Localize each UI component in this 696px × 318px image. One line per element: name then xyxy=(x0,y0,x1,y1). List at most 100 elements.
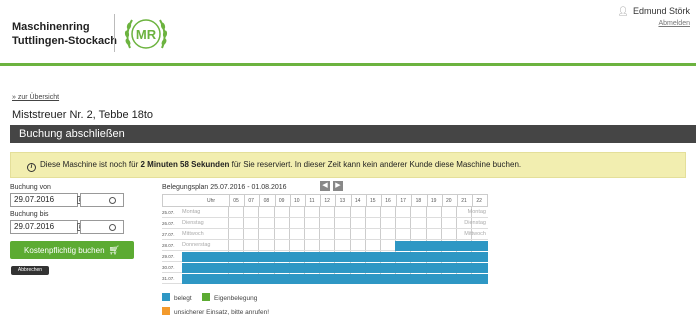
hour-divider xyxy=(380,229,381,239)
hour-divider xyxy=(334,229,336,239)
schedule-header-row: Uhr 05 07 08 09 10 11 12 13 14 15 16 17 18 19 20 21 22 xyxy=(162,194,488,207)
reservation-notice: i Diese Maschine ist noch für 2 Minuten 5… xyxy=(10,152,686,178)
hour-divider xyxy=(440,229,442,239)
hour-divider xyxy=(243,229,245,239)
legend-booked: belegt xyxy=(162,293,192,302)
hour-divider xyxy=(304,218,305,228)
row-date: 30.07. xyxy=(162,265,175,270)
hour-divider xyxy=(319,207,321,217)
schedule-row[interactable]: 25.07. Montag Montag xyxy=(162,207,488,218)
user-box: 👤︎ Edmund Störk Abmelden xyxy=(618,6,690,27)
hour-divider xyxy=(334,218,336,228)
day-name: Donnerstag xyxy=(182,242,211,248)
to-date-input[interactable]: 29.07.2016 ▦ xyxy=(10,220,85,234)
hour-divider xyxy=(349,240,351,250)
day-name: Mittwoch xyxy=(182,231,204,237)
schedule-row[interactable]: 30.07. xyxy=(162,262,488,273)
schedule-row[interactable]: 27.07. Mittwoch Mittwoch xyxy=(162,229,488,240)
day-name: Montag xyxy=(182,209,201,215)
schedule-row[interactable]: 31.07. xyxy=(162,273,488,284)
hour-divider xyxy=(228,240,229,250)
hour-divider xyxy=(395,218,397,228)
hour-divider xyxy=(410,207,412,217)
hour-divider xyxy=(395,229,397,239)
hour-divider xyxy=(304,240,305,250)
chevron-left-icon[interactable]: ◀ xyxy=(320,181,330,191)
booked-block xyxy=(182,274,488,284)
page-header: Maschinenring Tuttlingen-Stockach MR 👤︎ E… xyxy=(0,0,696,66)
to-label: Buchung bis xyxy=(10,211,49,218)
hour-divider xyxy=(243,207,245,217)
schedule-row[interactable]: 28.07. Donnerstag xyxy=(162,240,488,251)
logo-text: MR xyxy=(136,27,157,42)
from-date-input[interactable]: 29.07.2016 ▦ xyxy=(10,193,85,207)
hour-divider xyxy=(364,218,366,228)
hour-divider xyxy=(334,240,336,250)
hour-divider xyxy=(440,218,442,228)
hour-divider xyxy=(243,218,245,228)
schedule-grid: Uhr 05 07 08 09 10 11 12 13 14 15 16 17 18 19 20 21 22 2… xyxy=(162,194,488,284)
hour-divider xyxy=(410,229,412,239)
row-date: 29.07. xyxy=(162,254,175,259)
hour-divider xyxy=(273,240,275,250)
hour-divider xyxy=(364,240,366,250)
reservation-countdown: 2 Minuten 58 Sekunden xyxy=(140,160,230,169)
section-title: Buchung abschließen xyxy=(10,125,696,143)
hour-divider xyxy=(288,207,290,217)
hour-divider xyxy=(258,229,260,239)
legend-uncertain: unsicherer Einsatz, bitte anrufen! xyxy=(162,307,269,316)
hour-divider xyxy=(456,229,457,239)
legend-own: Eigenbelegung xyxy=(202,293,257,302)
booked-block xyxy=(395,241,488,251)
hour-divider xyxy=(456,218,457,228)
day-name-right: Montag xyxy=(467,209,486,215)
hour-divider xyxy=(258,207,260,217)
hour-divider xyxy=(228,207,229,217)
logo-divider xyxy=(114,14,115,52)
hour-divider xyxy=(425,207,427,217)
hour-divider xyxy=(273,207,275,217)
hour-divider xyxy=(288,240,290,250)
mr-logo[interactable]: MR xyxy=(120,12,172,56)
cart-icon: 🛒︎ xyxy=(108,245,120,255)
cancel-button[interactable]: Abbrechen xyxy=(11,266,49,275)
hour-divider xyxy=(334,207,336,217)
hour-divider xyxy=(288,218,290,228)
schedule-row[interactable]: 29.07. xyxy=(162,251,488,262)
from-time-input[interactable] xyxy=(80,193,124,207)
hour-divider xyxy=(349,207,351,217)
hour-divider xyxy=(380,240,381,250)
hour-divider xyxy=(349,218,351,228)
row-date: 25.07. xyxy=(162,210,175,215)
clock-icon xyxy=(109,224,116,231)
hour-divider xyxy=(304,229,305,239)
row-date: 27.07. xyxy=(162,232,175,237)
hour-divider xyxy=(243,240,245,250)
hour-divider xyxy=(273,229,275,239)
day-name-right: Mittwoch xyxy=(464,231,486,237)
hour-divider xyxy=(319,240,321,250)
day-name: Dienstag xyxy=(182,220,204,226)
back-to-overview-link[interactable]: » zur Übersicht xyxy=(12,94,59,101)
hour-divider xyxy=(349,229,351,239)
legend-swatch-booked xyxy=(162,293,170,301)
chevron-right-icon[interactable]: ▶ xyxy=(333,181,343,191)
user-name: Edmund Störk xyxy=(632,6,690,16)
hour-divider xyxy=(319,218,321,228)
row-date: 26.07. xyxy=(162,221,175,226)
legend-swatch-own xyxy=(202,293,210,301)
hour-divider xyxy=(425,229,427,239)
book-button[interactable]: Kostenpflichtig buchen 🛒︎ xyxy=(10,241,134,259)
schedule-title: Belegungsplan 25.07.2016 - 01.08.2016 xyxy=(162,184,287,191)
hour-divider xyxy=(380,207,381,217)
info-icon: i xyxy=(27,163,36,172)
to-time-input[interactable] xyxy=(80,220,124,234)
legend-swatch-uncertain xyxy=(162,307,170,315)
page-title: Miststreuer Nr. 2, Tebbe 18to xyxy=(12,109,154,121)
hour-divider xyxy=(364,229,366,239)
hour-divider xyxy=(288,229,290,239)
user-icon: 👤︎ xyxy=(617,6,629,16)
logout-link[interactable]: Abmelden xyxy=(618,20,690,27)
schedule-row[interactable]: 26.07. Dienstag Dienstag xyxy=(162,218,488,229)
hour-divider xyxy=(456,207,457,217)
